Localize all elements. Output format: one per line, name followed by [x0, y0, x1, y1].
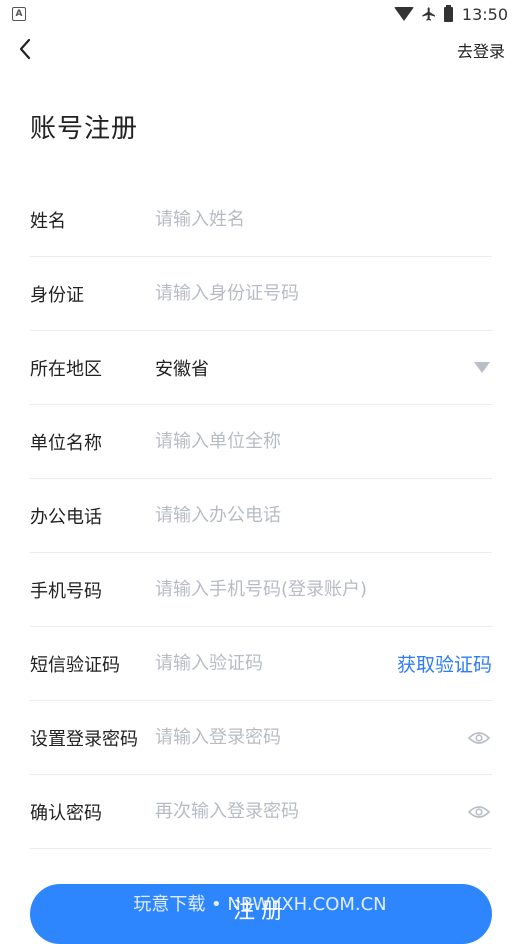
office-phone-input[interactable]	[155, 500, 492, 531]
clock: 13:50	[461, 4, 508, 24]
confirm-password-label: 确认密码	[30, 802, 102, 824]
wifi-icon	[393, 7, 414, 21]
name-label: 姓名	[30, 210, 66, 232]
region-row[interactable]: 所在地区 安徽省	[30, 331, 492, 405]
status-bar: A 13:50	[0, 0, 520, 28]
get-code-button[interactable]: 获取验证码	[397, 650, 492, 677]
confirm-password-input[interactable]	[155, 796, 468, 827]
registration-form: 姓名 身份证 所在地区 安徽省 单位名称 办公电话 手机号码 短信验证码 获取验…	[30, 183, 492, 849]
page-title: 账号注册	[30, 114, 139, 144]
company-row: 单位名称	[30, 405, 492, 479]
name-row: 姓名	[30, 183, 492, 257]
id-card-label: 身份证	[30, 284, 84, 306]
company-label: 单位名称	[30, 432, 102, 454]
battery-icon	[443, 4, 453, 22]
mobile-label: 手机号码	[30, 580, 102, 602]
password-row: 设置登录密码	[30, 701, 492, 775]
id-card-input[interactable]	[155, 278, 492, 309]
id-card-row: 身份证	[30, 257, 492, 331]
top-bar: 去登录	[0, 28, 520, 72]
airplane-icon	[422, 7, 435, 21]
password-label: 设置登录密码	[30, 728, 138, 750]
mobile-input[interactable]	[155, 574, 492, 605]
region-label: 所在地区	[30, 358, 102, 380]
mobile-row: 手机号码	[30, 553, 492, 627]
eye-icon[interactable]	[468, 731, 490, 745]
notification-icon: A	[12, 7, 26, 21]
sms-code-input[interactable]	[155, 648, 397, 679]
sms-code-row: 短信验证码 获取验证码	[30, 627, 492, 701]
name-input[interactable]	[155, 204, 492, 235]
back-arrow-icon[interactable]	[12, 34, 42, 64]
go-login-link[interactable]: 去登录	[457, 38, 505, 62]
office-phone-row: 办公电话	[30, 479, 492, 553]
password-input[interactable]	[155, 722, 468, 753]
status-icons: 13:50	[393, 4, 508, 24]
confirm-password-row: 确认密码	[30, 775, 492, 849]
sms-code-label: 短信验证码	[30, 654, 120, 676]
eye-icon[interactable]	[468, 805, 490, 819]
region-select[interactable]: 安徽省	[155, 355, 474, 381]
dropdown-arrow-icon[interactable]	[474, 362, 490, 373]
office-phone-label: 办公电话	[30, 506, 102, 528]
company-input[interactable]	[155, 426, 492, 457]
register-button[interactable]: 注册	[30, 884, 492, 944]
